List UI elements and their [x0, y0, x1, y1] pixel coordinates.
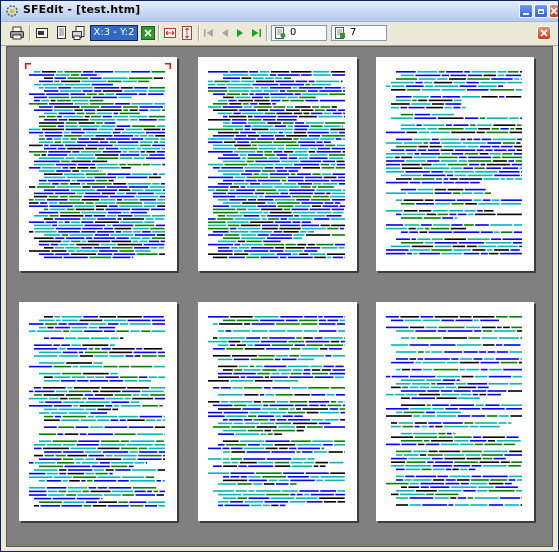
page-width-button[interactable]: [162, 25, 178, 41]
zoom-in-icon: [144, 29, 152, 37]
current-page-value: 0: [290, 27, 297, 38]
two-page-button[interactable]: [53, 25, 69, 41]
page-6[interactable]: [376, 302, 534, 521]
print-setup-icon: [72, 26, 85, 40]
maximize-icon: [538, 8, 544, 14]
maximize-button[interactable]: [534, 4, 548, 18]
current-page-field[interactable]: 0: [271, 25, 327, 41]
current-page-icon: [275, 27, 286, 39]
page-3[interactable]: [376, 57, 534, 271]
page-count-icon: [335, 27, 345, 39]
page-5[interactable]: [198, 302, 357, 521]
page-width-icon: [164, 28, 176, 38]
page-count-value: 7: [350, 27, 357, 38]
minimize-button[interactable]: [519, 4, 533, 18]
two-page-icon: [57, 26, 66, 39]
single-page-button[interactable]: [34, 25, 50, 41]
next-page-icon: [237, 29, 243, 37]
title-bar[interactable]: SFEdit - [test.htm]: [1, 1, 558, 22]
sfedit-window: SFEdit - [test.htm] X:3 - Y:2 0 7: [0, 0, 559, 552]
page-text-lines: [25, 63, 171, 259]
close-window-button[interactable]: [549, 4, 558, 18]
page-text-lines: [29, 316, 165, 507]
close-preview-icon: [540, 29, 548, 37]
previous-page-icon: [222, 29, 228, 37]
page-height-button[interactable]: [179, 25, 195, 41]
page-4[interactable]: [19, 302, 177, 521]
zoom-in-button[interactable]: [141, 26, 155, 40]
page-2[interactable]: [198, 57, 357, 271]
window-title: SFEdit - [test.htm]: [23, 3, 141, 16]
single-page-icon: [36, 28, 48, 38]
close-icon: [550, 7, 558, 15]
position-readout: X:3 - Y:2: [90, 25, 138, 41]
page-1[interactable]: [19, 57, 177, 271]
close-preview-button[interactable]: [537, 26, 551, 40]
print-button[interactable]: [9, 25, 25, 41]
page-text-lines: [208, 71, 345, 259]
last-page-button[interactable]: [249, 25, 263, 41]
page-text-lines: [386, 71, 522, 255]
print-icon: [10, 26, 24, 40]
previous-page-button[interactable]: [218, 25, 232, 41]
last-page-icon: [252, 29, 261, 37]
page-text-lines: [386, 316, 522, 506]
print-setup-button[interactable]: [71, 25, 87, 41]
page-count-field: 7: [331, 25, 387, 41]
print-preview-area[interactable]: [6, 46, 553, 547]
first-page-icon: [204, 29, 213, 37]
minimize-icon: [523, 12, 529, 15]
next-page-button[interactable]: [233, 25, 247, 41]
page-height-icon: [182, 26, 192, 40]
first-page-button[interactable]: [202, 25, 216, 41]
page-text-lines: [208, 316, 345, 507]
app-icon: [6, 5, 18, 17]
preview-toolbar: X:3 - Y:2 0 7: [1, 22, 558, 46]
